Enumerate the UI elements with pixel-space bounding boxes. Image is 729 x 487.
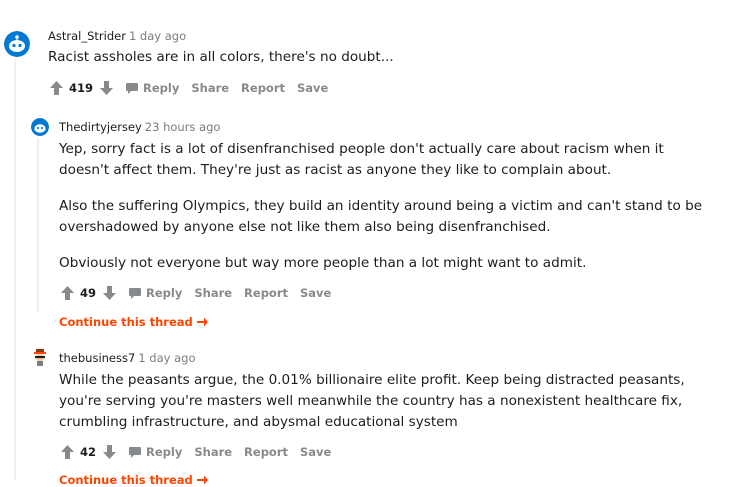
speech-bubble-icon (129, 446, 142, 458)
comment-meta: thebusiness7 1 day ago (59, 351, 195, 365)
speech-bubble-icon (126, 82, 139, 94)
vote-score: 419 (69, 81, 94, 95)
share-button[interactable]: Share (194, 445, 232, 459)
save-button[interactable]: Save (300, 445, 331, 459)
arrow-right-icon (196, 475, 208, 485)
arrow-right-icon (196, 317, 208, 327)
comment-actions: 49 Reply Share Report Save (59, 285, 331, 301)
comment-body: Yep, sorry fact is a lot of disenfranchi… (59, 139, 709, 289)
share-button[interactable]: Share (194, 286, 232, 300)
report-button[interactable]: Report (244, 286, 288, 300)
comment-meta: Astral_Strider 1 day ago (48, 29, 186, 43)
continue-thread-link[interactable]: Continue this thread (59, 473, 208, 487)
share-button[interactable]: Share (191, 81, 229, 95)
save-button[interactable]: Save (297, 81, 328, 95)
downvote-arrow-icon[interactable] (101, 444, 117, 460)
reply-button[interactable]: Reply (126, 81, 179, 95)
thread-line[interactable] (37, 138, 39, 313)
continue-thread-label: Continue this thread (59, 473, 193, 487)
username-link[interactable]: Astral_Strider (48, 29, 126, 43)
comment-paragraph: Racist assholes are in all colors, there… (48, 49, 394, 65)
comment-body: Racist assholes are in all colors, there… (48, 47, 708, 83)
comment-actions: 419 Reply Share Report Save (48, 80, 328, 96)
continue-thread-link[interactable]: Continue this thread (59, 315, 208, 329)
reply-button[interactable]: Reply (129, 286, 182, 300)
report-button[interactable]: Report (244, 445, 288, 459)
snoo-character-avatar-icon (31, 348, 49, 366)
username-link[interactable]: thebusiness7 (59, 351, 135, 365)
reply-label: Reply (143, 81, 180, 95)
comment-actions: 42 Reply Share Report Save (59, 444, 331, 460)
reply-label: Reply (146, 286, 183, 300)
comment-paragraph: Yep, sorry fact is a lot of disenfranchi… (59, 141, 664, 178)
upvote-arrow-icon[interactable] (48, 80, 64, 96)
upvote-arrow-icon[interactable] (59, 285, 75, 301)
comment-paragraph: While the peasants argue, the 0.01% bill… (59, 372, 685, 430)
downvote-arrow-icon[interactable] (98, 80, 114, 96)
avatar[interactable] (31, 348, 49, 366)
upvote-arrow-icon[interactable] (59, 444, 75, 460)
comment-paragraph: Also the suffering Olympics, they build … (59, 198, 703, 235)
snoo-robot-avatar-icon (31, 118, 49, 136)
continue-thread-label: Continue this thread (59, 315, 193, 329)
save-button[interactable]: Save (300, 286, 331, 300)
comment-meta: Thedirtyjersey 23 hours ago (59, 120, 220, 134)
comment-body: While the peasants argue, the 0.01% bill… (59, 370, 709, 448)
speech-bubble-icon (129, 287, 142, 299)
timestamp[interactable]: 23 hours ago (145, 120, 221, 134)
reply-label: Reply (146, 445, 183, 459)
reply-button[interactable]: Reply (129, 445, 182, 459)
vote-score: 42 (80, 445, 97, 459)
downvote-arrow-icon[interactable] (101, 285, 117, 301)
snoo-robot-avatar-icon (4, 31, 30, 57)
avatar[interactable] (4, 31, 30, 57)
thread-line[interactable] (14, 60, 16, 480)
comment-paragraph: Obviously not everyone but way more peop… (59, 255, 587, 271)
report-button[interactable]: Report (241, 81, 285, 95)
vote-score: 49 (80, 286, 97, 300)
username-link[interactable]: Thedirtyjersey (59, 120, 142, 134)
timestamp[interactable]: 1 day ago (138, 351, 195, 365)
timestamp[interactable]: 1 day ago (129, 29, 186, 43)
avatar[interactable] (31, 118, 49, 136)
